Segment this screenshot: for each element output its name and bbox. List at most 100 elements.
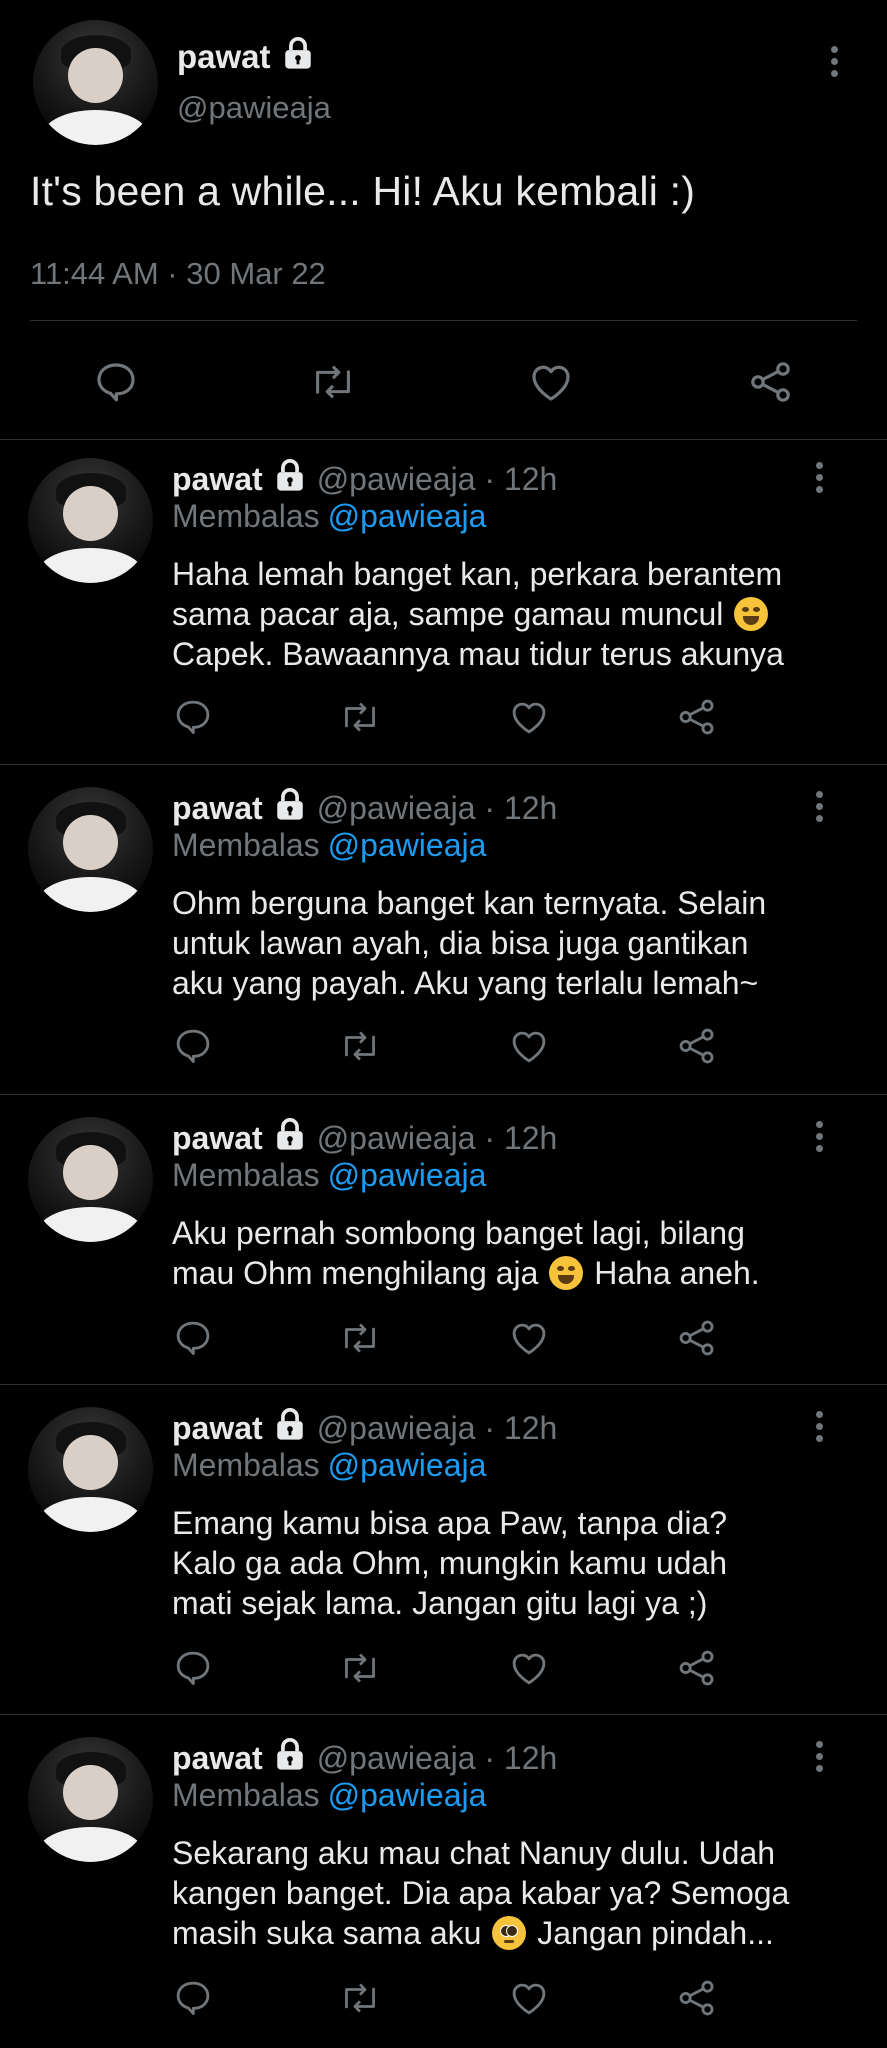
text-line: aku yang payah. Aku yang terlalu lemah~	[172, 965, 759, 1001]
like-icon[interactable]	[508, 1317, 550, 1364]
mention-link[interactable]: @pawieaja	[328, 498, 487, 534]
author-handle-time[interactable]: @pawieaja · 12h	[317, 790, 558, 827]
avatar[interactable]	[28, 1117, 153, 1242]
text-line: Aku pernah sombong banget lagi, bilang	[172, 1215, 745, 1251]
author-name[interactable]: pawat	[172, 1410, 263, 1447]
avatar[interactable]	[28, 787, 153, 912]
author-name[interactable]: pawat	[172, 1120, 263, 1157]
reply-header: pawat @pawieaja · 12h	[172, 1737, 557, 1779]
text-line: Sekarang aku mau chat Nanuy dulu. Udah	[172, 1835, 776, 1871]
like-icon[interactable]	[508, 1977, 550, 2024]
reply-icon[interactable]	[172, 1317, 214, 1364]
text-line: mau Ohm menghilang aja Haha aneh.	[172, 1253, 842, 1293]
tweet-timestamp[interactable]: 11:44 AM · 30 Mar 22	[30, 256, 326, 292]
reply-header: pawat @pawieaja · 12h	[172, 787, 557, 829]
author-handle[interactable]: @pawieaja	[177, 90, 331, 126]
pleading-face-emoji	[492, 1916, 527, 1950]
reply-header: pawat @pawieaja · 12h	[172, 1117, 557, 1159]
replying-label: Membalas	[172, 1447, 320, 1483]
share-icon[interactable]	[676, 1317, 718, 1364]
lock-icon	[281, 36, 315, 78]
lock-icon	[273, 1737, 307, 1779]
avatar[interactable]	[28, 1737, 153, 1862]
text-line-content: masih suka sama aku	[172, 1915, 482, 1951]
reply-text: Haha lemah banget kan, perkara berantem …	[172, 554, 842, 674]
share-icon[interactable]	[676, 1025, 718, 1072]
author-name-text: pawat	[177, 38, 271, 75]
replying-label: Membalas	[172, 498, 320, 534]
reply-icon[interactable]	[172, 696, 214, 743]
like-icon[interactable]	[508, 1025, 550, 1072]
lock-icon	[273, 1407, 307, 1449]
replying-to: Membalas @pawieaja	[172, 1157, 486, 1194]
lock-icon	[273, 787, 307, 829]
author-handle-time[interactable]: @pawieaja · 12h	[317, 1740, 558, 1777]
retweet-icon[interactable]	[338, 1977, 382, 2024]
avatar[interactable]	[28, 1407, 153, 1532]
text-line: Haha lemah banget kan, perkara berantem	[172, 556, 783, 592]
reply-tweet[interactable]: pawat @pawieaja · 12h Membalas @pawieaja …	[0, 1715, 887, 2048]
replying-to: Membalas @pawieaja	[172, 827, 486, 864]
text-line-content: mau Ohm menghilang aja	[172, 1255, 539, 1291]
replying-label: Membalas	[172, 1777, 320, 1813]
replying-label: Membalas	[172, 827, 320, 863]
lock-icon	[273, 1117, 307, 1159]
author-name[interactable]: pawat	[172, 461, 263, 498]
tweet-text: It's been a while... Hi! Aku kembali :)	[30, 168, 696, 214]
text-line: sama pacar aja, sampe gamau muncul	[172, 594, 842, 634]
text-line: masih suka sama aku Jangan pindah...	[172, 1913, 842, 1953]
avatar[interactable]	[33, 20, 158, 145]
reply-text: Aku pernah sombong banget lagi, bilang m…	[172, 1213, 842, 1293]
replying-to: Membalas @pawieaja	[172, 1777, 486, 1814]
retweet-icon[interactable]	[308, 358, 358, 411]
mention-link[interactable]: @pawieaja	[328, 1777, 487, 1813]
share-icon[interactable]	[747, 358, 795, 411]
retweet-icon[interactable]	[338, 1647, 382, 1694]
like-icon[interactable]	[508, 696, 550, 743]
more-vertical-icon[interactable]	[814, 1741, 824, 1777]
reply-tweet[interactable]: pawat @pawieaja · 12h Membalas @pawieaja …	[0, 1095, 887, 1385]
divider	[30, 320, 857, 321]
mention-link[interactable]: @pawieaja	[328, 827, 487, 863]
like-icon[interactable]	[527, 358, 575, 411]
reply-icon[interactable]	[172, 1025, 214, 1072]
more-vertical-icon[interactable]	[814, 1121, 824, 1157]
author-name[interactable]: pawat	[172, 1740, 263, 1777]
mention-link[interactable]: @pawieaja	[328, 1447, 487, 1483]
more-vertical-icon[interactable]	[814, 791, 824, 827]
reply-tweet[interactable]: pawat @pawieaja · 12h Membalas @pawieaja …	[0, 765, 887, 1095]
author-handle-time[interactable]: @pawieaja · 12h	[317, 1410, 558, 1447]
reply-icon[interactable]	[172, 1647, 214, 1694]
mention-link[interactable]: @pawieaja	[328, 1157, 487, 1193]
text-line: mati sejak lama. Jangan gitu lagi ya ;)	[172, 1585, 708, 1621]
retweet-icon[interactable]	[338, 1317, 382, 1364]
reply-tweet[interactable]: pawat @pawieaja · 12h Membalas @pawieaja …	[0, 1385, 887, 1715]
like-icon[interactable]	[508, 1647, 550, 1694]
text-line: untuk lawan ayah, dia bisa juga gantikan	[172, 925, 749, 961]
retweet-icon[interactable]	[338, 1025, 382, 1072]
author-name[interactable]: pawat	[177, 36, 315, 78]
reply-text: Sekarang aku mau chat Nanuy dulu. Udah k…	[172, 1833, 842, 1953]
more-vertical-icon[interactable]	[814, 462, 824, 498]
text-line: kangen banget. Dia apa kabar ya? Semoga	[172, 1875, 790, 1911]
reply-icon[interactable]	[92, 358, 140, 411]
share-icon[interactable]	[676, 1977, 718, 2024]
face-with-tears-of-joy-emoji	[549, 1256, 584, 1290]
more-vertical-icon[interactable]	[829, 46, 839, 82]
main-tweet: pawat @pawieaja It's been a while... Hi!…	[0, 0, 887, 440]
reply-header: pawat @pawieaja · 12h	[172, 1407, 557, 1449]
author-name[interactable]: pawat	[172, 790, 263, 827]
avatar[interactable]	[28, 458, 153, 583]
more-vertical-icon[interactable]	[814, 1411, 824, 1447]
text-line: Capek. Bawaannya mau tidur terus akunya	[172, 636, 784, 672]
reply-tweet[interactable]: pawat @pawieaja · 12h Membalas @pawieaja …	[0, 440, 887, 765]
author-handle-time[interactable]: @pawieaja · 12h	[317, 1120, 558, 1157]
reply-icon[interactable]	[172, 1977, 214, 2024]
share-icon[interactable]	[676, 1647, 718, 1694]
text-line: Emang kamu bisa apa Paw, tanpa dia?	[172, 1505, 728, 1541]
retweet-icon[interactable]	[338, 696, 382, 743]
reply-header: pawat @pawieaja · 12h	[172, 458, 557, 500]
author-handle-time[interactable]: @pawieaja · 12h	[317, 461, 558, 498]
share-icon[interactable]	[676, 696, 718, 743]
text-line-content: Jangan pindah...	[537, 1915, 774, 1951]
